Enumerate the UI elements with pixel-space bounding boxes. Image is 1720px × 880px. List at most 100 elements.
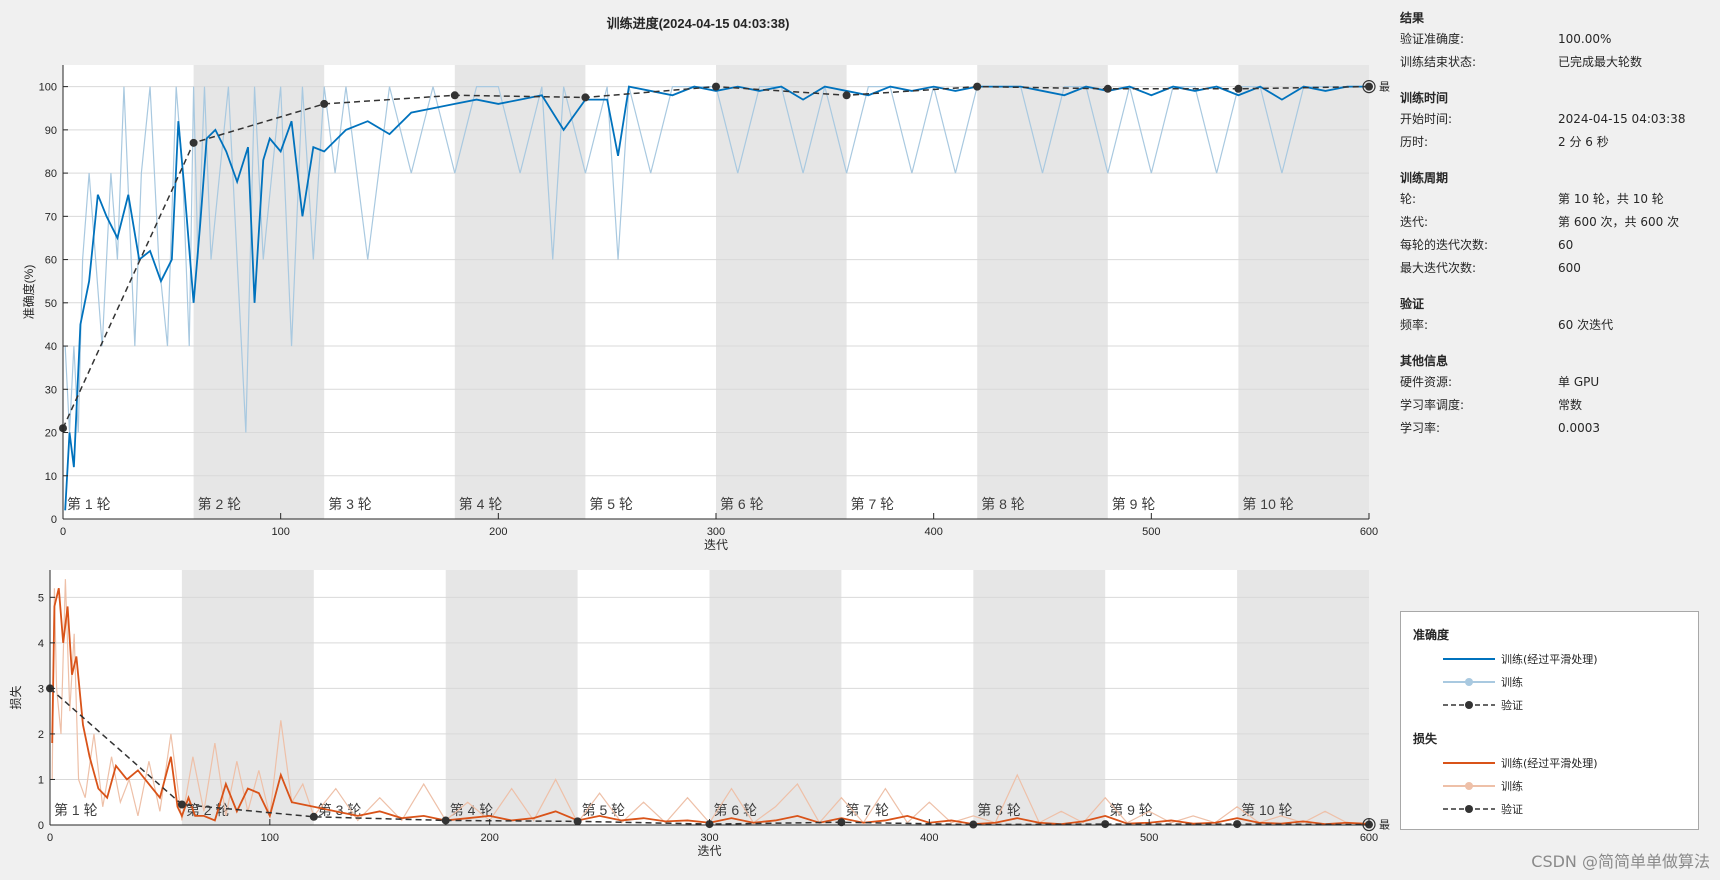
legend-loss-train: 训练 [1443, 777, 1523, 795]
info-value: 第 600 次，共 600 次 [1558, 215, 1680, 229]
legend-acc-train-label: 训练 [1501, 676, 1523, 689]
legend-loss-validation-label: 验证 [1501, 803, 1523, 816]
acc-validation-point [320, 99, 329, 108]
acc-validation-point [1365, 82, 1373, 91]
loss-epoch-band [181, 570, 314, 825]
info-key: 迭代: [1400, 215, 1429, 229]
info-row: 轮: 第 10 轮，共 10 轮 [1400, 188, 1700, 211]
acc-validation-point [1234, 84, 1243, 93]
acc-validation-point [973, 82, 982, 91]
acc-epoch-band [716, 65, 847, 519]
loss-x-tick-label: 200 [480, 832, 498, 844]
legend-acc-smoothed-label: 训练(经过平滑处理) [1501, 653, 1598, 666]
acc-x-tick-label: 100 [271, 526, 289, 538]
legend-loss-train-label: 训练 [1501, 780, 1523, 793]
info-key: 历时: [1400, 135, 1429, 149]
legend-accuracy-title: 准确度 [1413, 628, 1450, 642]
acc-validation-point [712, 82, 720, 91]
acc-y-tick-label: 80 [45, 168, 57, 180]
loss-epoch-band [445, 570, 578, 825]
info-section-title: 训练时间 [1400, 91, 1449, 105]
acc-y-tick-label: 40 [45, 341, 57, 353]
info-row: 学习率: 0.0003 [1400, 417, 1700, 440]
info-key: 学习率: [1400, 421, 1441, 435]
legend-acc-validation-label: 验证 [1501, 699, 1523, 712]
info-key: 硬件资源: [1400, 375, 1453, 389]
loss-x-tick-label: 100 [261, 832, 279, 844]
loss-x-tick-label: 400 [920, 832, 938, 844]
info-key: 频率: [1400, 318, 1429, 332]
acc-y-tick-label: 60 [45, 255, 57, 267]
legend-acc-train-swatch [1443, 678, 1495, 686]
acc-y-tick-label: 50 [45, 298, 57, 310]
loss-plot: 第 1 轮第 2 轮第 3 轮第 4 轮第 5 轮第 6 轮第 7 轮第 8 轮… [8, 570, 1390, 858]
acc-epoch-label: 第 4 轮 [459, 496, 503, 512]
legend-loss-smoothed-swatch [1443, 762, 1495, 764]
info-row: 每轮的迭代次数: 60 [1400, 234, 1700, 257]
loss-y-tick-label: 1 [38, 774, 44, 786]
legend-loss-title: 损失 [1413, 732, 1438, 746]
info-key: 验证准确度: [1400, 32, 1465, 46]
info-row: 验证准确度: 100.00% [1400, 28, 1700, 51]
acc-x-tick-label: 600 [1360, 526, 1378, 538]
info-key: 开始时间: [1400, 112, 1453, 126]
acc-validation-point [450, 91, 459, 100]
acc-epoch-label: 第 5 轮 [589, 496, 633, 512]
loss-y-tick-label: 5 [38, 592, 44, 604]
acc-epoch-band [454, 65, 586, 519]
acc-x-tick-label: 500 [1142, 526, 1160, 538]
loss-validation-point [1233, 820, 1242, 829]
info-value: 2 分 6 秒 [1558, 135, 1609, 149]
acc-epoch-band [977, 65, 1108, 519]
acc-x-tick-label: 300 [707, 526, 725, 538]
training-info-panel: 结果验证准确度: 100.00% 训练结束状态: 已完成最大轮数训练时间开始时间: 20… [1400, 8, 1700, 440]
loss-y-tick-label: 2 [38, 729, 44, 741]
info-section-title: 训练周期 [1400, 171, 1449, 185]
acc-final-label: 最终 [1379, 80, 1390, 94]
acc-epoch-label: 第 3 轮 [328, 496, 372, 512]
info-section-title: 结果 [1400, 11, 1425, 25]
loss-y-tick-label: 4 [38, 638, 44, 650]
info-key: 学习率调度: [1400, 398, 1465, 412]
info-row: 开始时间: 2024-04-15 04:03:38 [1400, 108, 1700, 131]
info-row: 训练结束状态: 已完成最大轮数 [1400, 51, 1700, 74]
acc-y-tick-label: 30 [45, 384, 57, 396]
acc-y-tick-label: 10 [45, 471, 57, 483]
loss-validation-point [309, 812, 318, 821]
legend-loss-train-swatch [1443, 782, 1495, 790]
loss-validation-point [177, 800, 186, 809]
legend-acc-train: 训练 [1443, 673, 1523, 691]
info-row: 学习率调度: 常数 [1400, 394, 1700, 417]
acc-epoch-label: 第 8 轮 [981, 496, 1025, 512]
loss-x-tick-label: 300 [700, 832, 718, 844]
loss-y-tick-label: 3 [38, 683, 44, 695]
info-value: 60 次迭代 [1558, 318, 1614, 332]
info-value: 100.00% [1558, 32, 1612, 46]
loss-x-axis-label: 迭代 [697, 844, 721, 858]
info-key: 轮: [1400, 192, 1417, 206]
info-row: 硬件资源: 单 GPU [1400, 371, 1700, 394]
accuracy-plot: 第 1 轮 第 2 轮 第 3 轮 第 4 轮 第 5 轮 第 6 轮 第 7 轮 第 8 轮… [21, 65, 1390, 552]
acc-x-tick-label: 0 [60, 526, 66, 538]
legend: 准确度 训练(经过平滑处理) 训练 验证 损失 训练(经过平滑处理) 训练 验证 [1400, 611, 1699, 830]
loss-y-axis-label: 损失 [8, 685, 23, 709]
chart-title: 训练进度(2024-04-15 04:03:38) [607, 16, 790, 31]
info-row: 频率: 60 次迭代 [1400, 314, 1700, 337]
acc-x-axis-label: 迭代 [704, 538, 728, 552]
acc-epoch-label: 第 6 轮 [720, 496, 764, 512]
loss-y-tick-label: 0 [38, 820, 44, 832]
info-key: 训练结束状态: [1400, 55, 1477, 69]
loss-validation-point [1101, 820, 1110, 829]
acc-epoch-label: 第 2 轮 [198, 496, 242, 512]
info-value: 单 GPU [1558, 375, 1600, 389]
info-key: 每轮的迭代次数: [1400, 238, 1489, 252]
legend-acc-smoothed-swatch [1443, 658, 1495, 660]
training-progress-plots: 训练进度(2024-04-15 04:03:38) 第 1 轮 第 2 轮 第 3 … [8, 16, 1390, 858]
legend-loss-validation: 验证 [1443, 800, 1523, 818]
acc-epoch-label: 第 1 轮 [67, 496, 111, 512]
legend-loss-smoothed-label: 训练(经过平滑处理) [1501, 757, 1598, 770]
legend-acc-validation-swatch [1443, 701, 1495, 709]
legend-loss-validation-swatch [1443, 805, 1495, 813]
acc-y-tick-label: 0 [51, 514, 57, 526]
info-value: 600 [1558, 261, 1581, 275]
